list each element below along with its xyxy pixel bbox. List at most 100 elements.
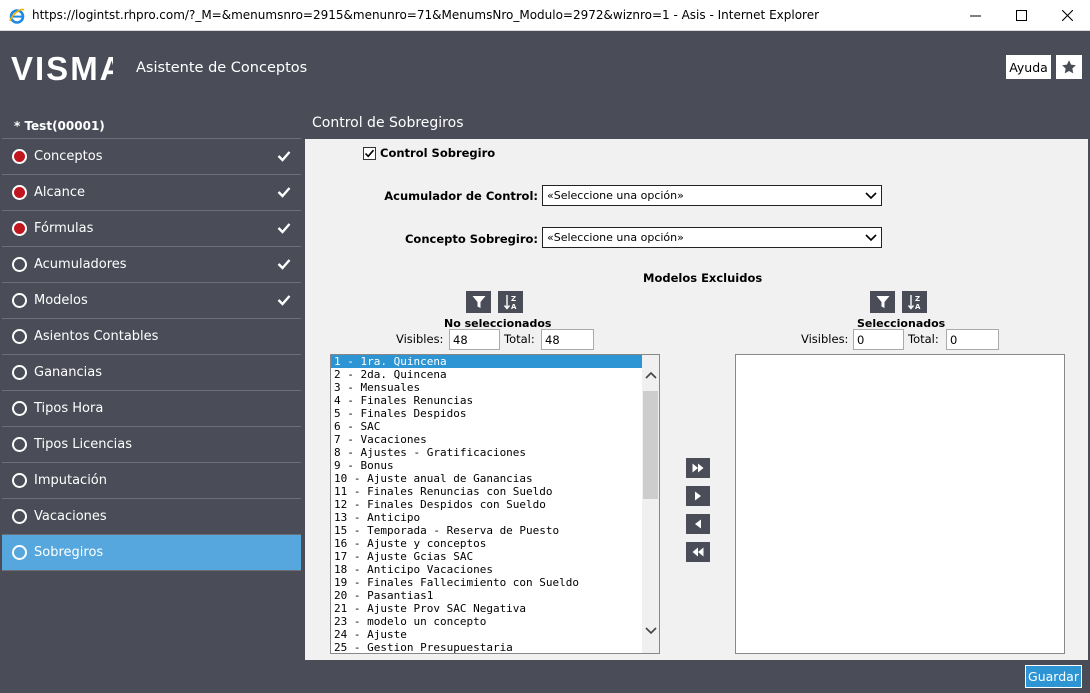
list-item[interactable]: 12 - Finales Despidos con Sueldo [331,498,643,511]
list-item[interactable]: 18 - Anticipo Vacaciones [331,563,643,576]
status-red-dot-icon [12,149,27,164]
list-item[interactable]: 24 - Ajuste [331,628,643,641]
move-all-left-button[interactable] [686,542,710,562]
sidebar-item-f-rmulas[interactable]: Fórmulas [2,211,301,247]
left-visibles-label: Visibles: [396,332,444,346]
right-total-field[interactable]: 0 [946,329,999,350]
sidebar-item-label: Vacaciones [34,509,107,524]
acumulador-label: Acumulador de Control: [384,189,538,203]
list-item[interactable]: 23 - modelo un concepto [331,615,643,628]
save-button[interactable]: Guardar [1025,665,1082,688]
sidebar-item-imputaci-n[interactable]: Imputación [2,463,301,499]
concepto-select[interactable]: «Seleccione una opción» [542,227,882,248]
status-empty-circle-icon [12,329,27,344]
list-item[interactable]: 17 - Ajuste Gcias SAC [331,550,643,563]
list-item[interactable]: 8 - Ajustes - Gratificaciones [331,446,643,459]
acumulador-select-value: «Seleccione una opción» [547,189,684,202]
sidebar-item-label: Alcance [34,185,86,200]
sidebar-item-label: Tipos Licencias [34,437,133,452]
sidebar-item-conceptos[interactable]: Conceptos [2,139,301,175]
double-chevron-right-icon [692,463,704,473]
control-sobregiro-checkbox-row[interactable]: Control Sobregiro [363,146,495,160]
sidebar-item-vacaciones[interactable]: Vacaciones [2,499,301,535]
list-item[interactable]: 3 - Mensuales [331,381,643,394]
list-item[interactable]: 10 - Ajuste anual de Ganancias [331,472,643,485]
list-item[interactable]: 9 - Bonus [331,459,643,472]
chevron-up-icon[interactable] [645,371,657,380]
list-item[interactable]: 19 - Finales Fallecimiento con Sueldo [331,576,643,589]
left-total-field[interactable]: 48 [541,329,594,350]
check-icon [364,149,375,157]
help-button[interactable]: Ayuda [1006,55,1051,79]
svg-text:Z: Z [511,295,516,303]
sidebar-item-label: Ganancias [34,365,102,380]
minimize-button[interactable] [952,0,998,31]
sidebar-item-asientos-contables[interactable]: Asientos Contables [2,319,301,355]
left-total-label: Total: [504,332,535,346]
sidebar-item-label: Modelos [34,293,88,308]
list-item[interactable]: 5 - Finales Despidos [331,407,643,420]
sidebar-item-ganancias[interactable]: Ganancias [2,355,301,391]
checkmark-icon [277,223,291,234]
acumulador-select[interactable]: «Seleccione una opción» [542,185,882,206]
sidebar-item-tipos-hora[interactable]: Tipos Hora [2,391,301,427]
list-item[interactable]: 6 - SAC [331,420,643,433]
scrollbar-thumb[interactable] [643,391,658,499]
maximize-button[interactable] [998,0,1044,31]
filter-button-right[interactable] [870,291,895,313]
window-title: https://logintst.rhpro.com/?_M=&menumsnr… [32,8,820,22]
list-item[interactable]: 16 - Ajuste y conceptos [331,537,643,550]
footer-bar [305,660,1088,690]
list-item[interactable]: 7 - Vacaciones [331,433,643,446]
list-item[interactable]: 13 - Anticipo [331,511,643,524]
visma-logo: VISMA [11,52,113,82]
sidebar-item-sobregiros[interactable]: Sobregiros [2,535,301,571]
sort-az-icon: Z A [503,295,517,310]
chevron-down-icon[interactable] [645,626,657,635]
list-item[interactable]: 15 - Temporada - Reserva de Puesto [331,524,643,537]
status-empty-circle-icon [12,545,27,560]
sidebar-item-acumuladores[interactable]: Acumuladores [2,247,301,283]
list-item[interactable]: 4 - Finales Renuncias [331,394,643,407]
list-item[interactable]: 25 - Gestion Presupuestaria [331,641,643,653]
favorite-button[interactable] [1056,55,1082,79]
list-scrollbar[interactable] [642,355,659,653]
status-empty-circle-icon [12,473,27,488]
sidebar-item-modelos[interactable]: Modelos [2,283,301,319]
checkmark-icon [277,259,291,270]
seleccionados-list[interactable] [735,354,1065,654]
close-button[interactable] [1044,0,1090,31]
chevron-right-icon [695,491,701,501]
sidebar-item-label: Imputación [34,473,108,488]
chevron-down-icon [865,234,877,242]
left-visibles-field[interactable]: 48 [449,329,500,350]
list-item[interactable]: 20 - Pasantias1 [331,589,643,602]
control-sobregiro-checkbox[interactable] [363,146,376,160]
status-empty-circle-icon [12,509,27,524]
list-item[interactable]: 11 - Finales Renuncias con Sueldo [331,485,643,498]
right-total-label: Total: [908,332,939,346]
svg-text:Z: Z [915,295,920,303]
move-right-button[interactable] [686,486,710,506]
star-icon [1062,60,1076,74]
sort-button-right[interactable]: Z A [902,291,927,313]
filter-button-left[interactable] [466,291,491,313]
list-item[interactable]: 1 - 1ra. Quincena [331,355,643,368]
sidebar-heading: * Test(00001) [2,107,301,139]
sidebar-item-label: Asientos Contables [34,329,159,344]
wizard-sidebar: * Test(00001) Conceptos Alcance Fórmulas Ac… [2,107,301,690]
move-left-button[interactable] [686,514,710,534]
list-item[interactable]: 2 - 2da. Quincena [331,368,643,381]
no-seleccionados-list[interactable]: 1 - 1ra. Quincena 2 - 2da. Quincena 3 - Me… [330,354,660,654]
svg-text:A: A [511,303,517,310]
sort-button-left[interactable]: Z A [498,291,523,313]
right-visibles-field[interactable]: 0 [853,329,904,350]
list-item[interactable]: 21 - Ajuste Prov SAC Negativa [331,602,643,615]
sidebar-item-alcance[interactable]: Alcance [2,175,301,211]
checkmark-icon [277,151,291,162]
move-all-right-button[interactable] [686,458,710,478]
double-chevron-left-icon [692,547,704,557]
window-titlebar: https://logintst.rhpro.com/?_M=&menumsnr… [0,0,1090,31]
sidebar-item-tipos-licencias[interactable]: Tipos Licencias [2,427,301,463]
chevron-left-icon [695,519,701,529]
